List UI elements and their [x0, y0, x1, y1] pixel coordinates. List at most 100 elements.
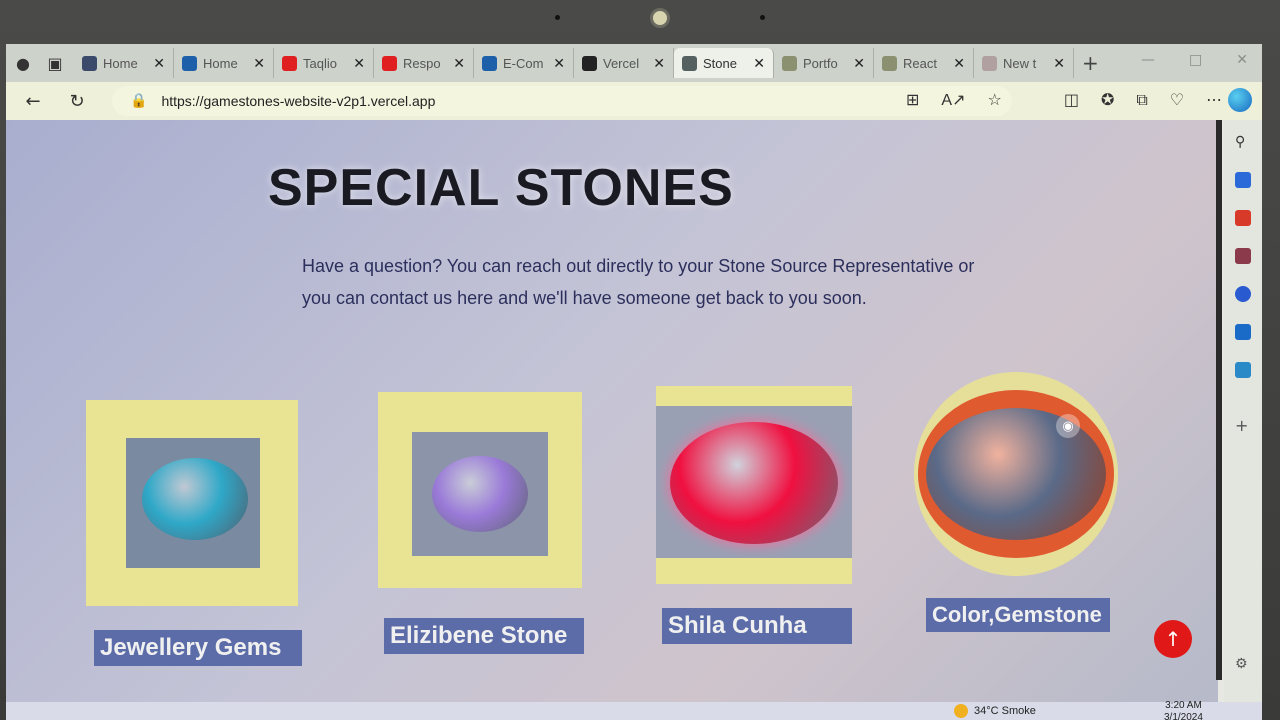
- tab-7[interactable]: Portfo ✕: [774, 48, 874, 78]
- tab-4[interactable]: E-Com ✕: [474, 48, 574, 78]
- tab-8[interactable]: React ✕: [874, 48, 974, 78]
- weather-widget[interactable]: 34°C Smoke: [954, 704, 1036, 718]
- page-scrollbar[interactable]: [1216, 120, 1222, 680]
- search-icon[interactable]: ⚲: [1235, 134, 1251, 150]
- screen: ● ▣ Home ✕ Home ✕ Taqlio ✕ Respo ✕ E-Com ✕ Vercel ✕…: [6, 44, 1262, 720]
- tab-title: Home: [103, 55, 138, 71]
- tab-title: Taqlio: [303, 55, 337, 71]
- games-icon[interactable]: [1235, 248, 1251, 264]
- minimize-button[interactable]: —: [1141, 52, 1155, 68]
- tab-close-icon[interactable]: ✕: [153, 55, 165, 72]
- tab-close-icon[interactable]: ✕: [553, 55, 565, 72]
- tab-close-icon[interactable]: ✕: [653, 55, 665, 72]
- more-icon[interactable]: ⋯: [1206, 90, 1222, 110]
- read-aloud-icon[interactable]: A↗: [941, 90, 965, 110]
- tab-favicon-icon: [582, 55, 597, 71]
- card-label[interactable]: Color,Gemstone: [926, 598, 1110, 632]
- url-text[interactable]: https://gamestones-website-v2p1.vercel.a…: [161, 93, 435, 109]
- tab-favicon-icon: [482, 55, 497, 71]
- sensor-dot: [555, 15, 560, 20]
- copilot-icon[interactable]: [1228, 88, 1252, 112]
- webcam: [650, 8, 670, 28]
- card-image-frame: [378, 392, 582, 588]
- window-controls: — □ ✕: [1141, 52, 1248, 68]
- tab-title: React: [903, 55, 937, 71]
- outlook-icon[interactable]: [1235, 324, 1251, 340]
- address-bar[interactable]: 🔒 https://gamestones-website-v2p1.vercel…: [112, 86, 1012, 116]
- page-description: Have a question? You can reach out direc…: [302, 256, 975, 308]
- tab-favicon-icon: [282, 55, 297, 71]
- tab-2[interactable]: Taqlio ✕: [274, 48, 374, 78]
- profile-icon[interactable]: ●: [10, 50, 36, 76]
- page-content: SPECIAL STONES Have a question? You can …: [6, 120, 1218, 720]
- weather-text: 34°C Smoke: [974, 705, 1036, 717]
- refresh-icon: ↻: [69, 90, 85, 112]
- visual-search-icon[interactable]: ◉: [1056, 414, 1080, 438]
- drop-icon[interactable]: [1235, 362, 1251, 378]
- settings-gear-icon[interactable]: ⚙: [1235, 656, 1251, 672]
- refresh-button[interactable]: ↻: [60, 86, 94, 116]
- tab-title: New t: [1003, 55, 1037, 71]
- address-tools: ⊞ A↗ ☆ ◫ ✪ ⧉ ♡ ⋯: [906, 90, 1222, 110]
- card-image-frame: ◉: [914, 372, 1118, 576]
- card-label[interactable]: Jewellery Gems: [94, 630, 302, 666]
- tab-strip: Home ✕ Home ✕ Taqlio ✕ Respo ✕ E-Com ✕ Vercel ✕ Ston…: [74, 48, 1074, 78]
- tab-1[interactable]: Home ✕: [174, 48, 274, 78]
- tab-close-icon[interactable]: ✕: [1053, 55, 1065, 72]
- add-icon[interactable]: +: [1235, 416, 1251, 435]
- back-icon: ←: [25, 90, 41, 112]
- tab-title: Stone: [703, 55, 737, 71]
- tab-close-icon[interactable]: ✕: [953, 55, 965, 72]
- tools-icon[interactable]: [1235, 172, 1251, 188]
- tab-close-icon[interactable]: ✕: [853, 55, 865, 72]
- clock-time: 3:20 AM: [1165, 700, 1202, 711]
- gem-image[interactable]: [412, 432, 548, 556]
- tab-favicon-icon: [782, 55, 797, 71]
- tab-close-icon[interactable]: ✕: [253, 55, 265, 72]
- new-tab-button[interactable]: +: [1082, 51, 1099, 75]
- tab-close-icon[interactable]: ✕: [453, 55, 465, 72]
- tab-title: Vercel: [603, 55, 640, 71]
- apps-icon[interactable]: ⊞: [906, 90, 919, 110]
- tab-favicon-icon: [382, 55, 397, 71]
- office-icon[interactable]: [1235, 286, 1251, 302]
- split-screen-icon[interactable]: ◫: [1064, 90, 1079, 110]
- tab-9[interactable]: New t ✕: [974, 48, 1074, 78]
- card-label[interactable]: Shila Cunha: [662, 608, 852, 644]
- close-window-button[interactable]: ✕: [1236, 52, 1248, 68]
- gem-image[interactable]: ◉: [918, 390, 1114, 558]
- tab-favicon-icon: [182, 55, 197, 71]
- collections-icon[interactable]: ⧉: [1136, 90, 1147, 110]
- weather-icon: [954, 704, 968, 718]
- gem-image[interactable]: [656, 406, 852, 558]
- tab-actions-icon[interactable]: ▣: [42, 50, 68, 76]
- taskbar: 34°C Smoke 3:20 AM 3/1/2024: [6, 700, 1262, 720]
- clock[interactable]: 3:20 AM 3/1/2024: [1164, 700, 1203, 720]
- tab-close-icon[interactable]: ✕: [353, 55, 365, 72]
- tab-5[interactable]: Vercel ✕: [574, 48, 674, 78]
- scroll-to-top-button[interactable]: ↑: [1154, 620, 1192, 658]
- back-button[interactable]: ←: [16, 86, 50, 116]
- tab-6[interactable]: Stone ✕: [674, 48, 774, 78]
- shopping-icon[interactable]: [1235, 210, 1251, 226]
- tab-close-icon[interactable]: ✕: [753, 55, 765, 72]
- tab-bar: ● ▣ Home ✕ Home ✕ Taqlio ✕ Respo ✕ E-Com ✕ Vercel ✕…: [6, 44, 1262, 82]
- tab-favicon-icon: [682, 55, 697, 71]
- sensor-dot: [760, 15, 765, 20]
- tab-title: Portfo: [803, 55, 838, 71]
- tab-favicon-icon: [882, 55, 897, 71]
- browser-essentials-icon[interactable]: ♡: [1170, 90, 1184, 110]
- card-image-frame: [86, 400, 298, 606]
- arrow-up-icon: ↑: [1164, 627, 1182, 651]
- gem-image[interactable]: [126, 438, 260, 568]
- favorites-icon[interactable]: ✪: [1101, 90, 1114, 110]
- tab-3[interactable]: Respo ✕: [374, 48, 474, 78]
- favorite-star-icon[interactable]: ☆: [987, 90, 1001, 110]
- tab-favicon-icon: [82, 55, 97, 71]
- gem-shape: [142, 458, 248, 540]
- tab-favicon-icon: [982, 55, 997, 71]
- tab-0[interactable]: Home ✕: [74, 48, 174, 78]
- maximize-button[interactable]: □: [1189, 52, 1202, 68]
- lock-icon: 🔒: [130, 93, 148, 109]
- card-label[interactable]: Elizibene Stone: [384, 618, 584, 654]
